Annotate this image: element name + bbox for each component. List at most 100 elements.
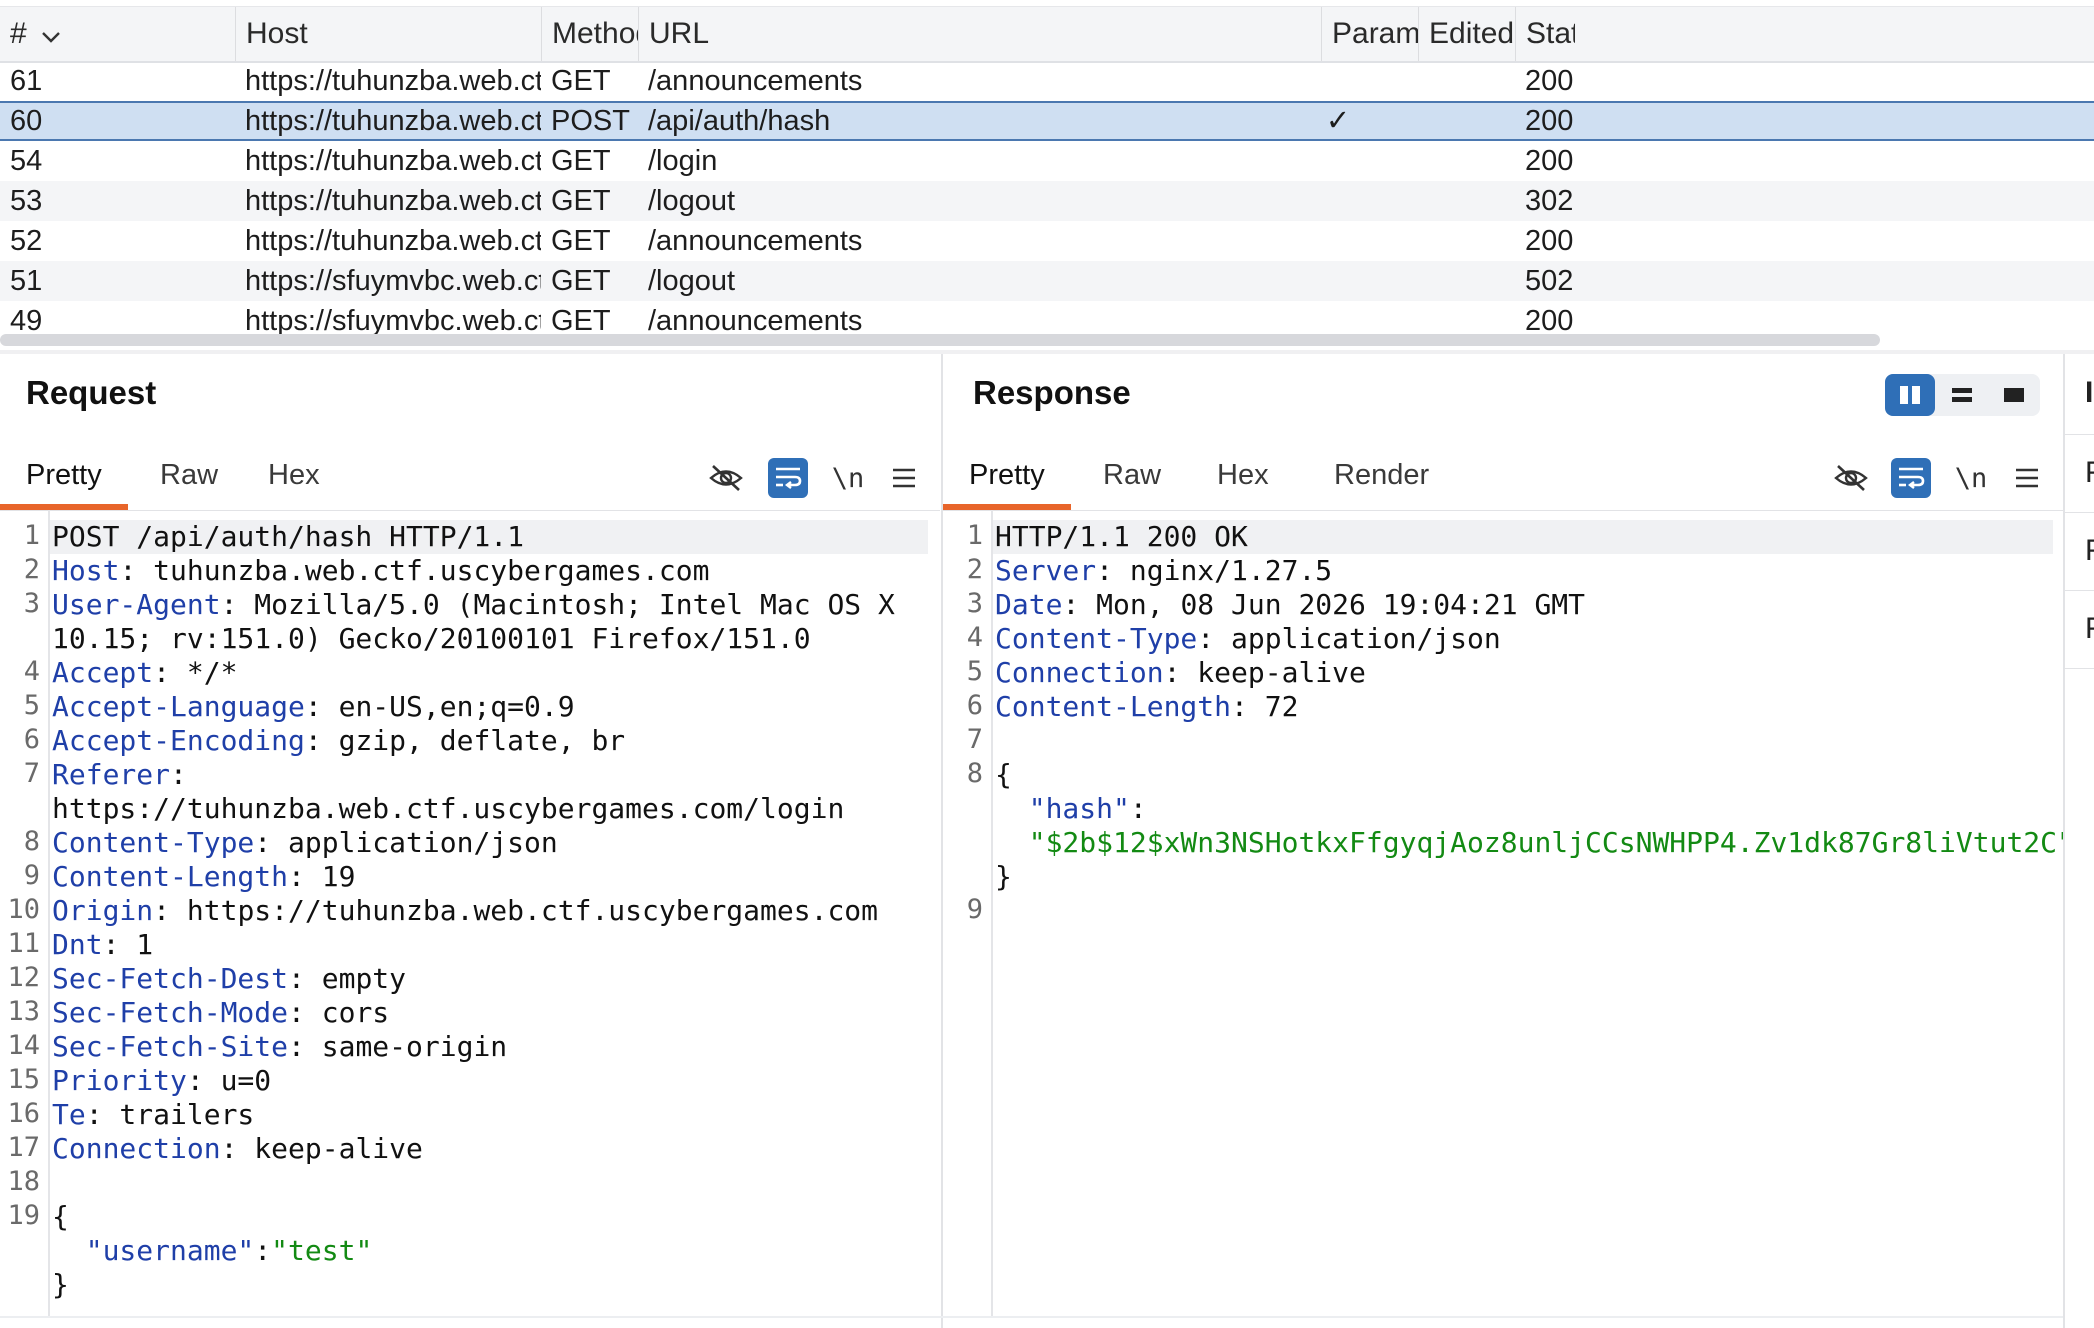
line-number: 1 bbox=[966, 520, 983, 551]
column-header-status[interactable]: Statu bbox=[1515, 7, 1575, 61]
line-number: 8 bbox=[23, 826, 40, 857]
line-number: 2 bbox=[966, 554, 983, 585]
split-horizontal-icon[interactable] bbox=[1885, 374, 1935, 416]
code-line: Content-Type: application/json bbox=[52, 826, 558, 859]
table-row[interactable]: 53 https://tuhunzba.web.ctf.usc... GET/log… bbox=[0, 181, 2094, 221]
header-name: Server bbox=[995, 554, 1097, 587]
column-label: Edited bbox=[1429, 17, 1515, 50]
response-editor[interactable]: 12345678 9 HTTP/1.1 200 OK Server: nginx/1… bbox=[943, 510, 2065, 1316]
divider bbox=[2065, 590, 2094, 591]
line-text: : u=0 bbox=[186, 1064, 272, 1097]
line-text: : same-origin bbox=[288, 1030, 508, 1063]
cell-number: 61 bbox=[10, 65, 43, 97]
line-number: 10 bbox=[7, 894, 40, 925]
tab-response-raw[interactable]: Raw bbox=[1077, 444, 1187, 506]
line-text bbox=[52, 1234, 86, 1267]
cell-params bbox=[1318, 261, 1358, 301]
json-separator: : bbox=[254, 1234, 272, 1267]
wrap-lines-icon[interactable] bbox=[1891, 458, 1931, 498]
column-label: # bbox=[10, 17, 27, 50]
line-text: : application/json bbox=[1197, 622, 1501, 655]
wrap-lines-icon[interactable] bbox=[768, 458, 808, 498]
line-text: : tuhunzba.web.ctf.uscybergames.com bbox=[119, 554, 710, 587]
table-row[interactable]: 51 https://sfuymvbc.web.ctf.usc... GET/log… bbox=[0, 261, 2094, 301]
tab-response-hex[interactable]: Hex bbox=[1191, 444, 1295, 506]
line-text: } bbox=[52, 1268, 69, 1301]
line-gutter: 12345678 9 bbox=[943, 510, 993, 1316]
menu-icon[interactable] bbox=[2007, 458, 2047, 498]
request-editor[interactable]: 1 2 3 4 5 6 7 8 9 10 11 12 13 14 15 16 17 18 19 POST /api/… bbox=[0, 510, 940, 1316]
inspector-section[interactable]: F bbox=[2085, 534, 2094, 568]
json-key: "hash" bbox=[1028, 792, 1130, 825]
header-name: Connection bbox=[52, 1132, 221, 1165]
eye-slash-icon[interactable] bbox=[1831, 458, 1871, 498]
cell-method: GET bbox=[551, 225, 611, 257]
column-label: Host bbox=[246, 17, 308, 50]
inspector-strip[interactable]: I F F F bbox=[2063, 354, 2094, 1328]
table-header: # Host Method URL Params Edited Statu bbox=[0, 6, 2094, 63]
chevron-down-icon bbox=[41, 8, 61, 61]
eye-slash-icon[interactable] bbox=[706, 458, 746, 498]
code-line: "hash": bbox=[995, 792, 1147, 825]
column-header-url[interactable]: URL bbox=[638, 7, 1321, 61]
line-number: 16 bbox=[7, 1098, 40, 1129]
line-gutter: 1 2 3 4 5 6 7 8 9 10 11 12 13 14 15 16 17 18 19 bbox=[0, 510, 50, 1316]
table-row[interactable]: 61 https://tuhunzba.web.ctf.usc... GET/ann… bbox=[0, 61, 2094, 101]
request-tabs: Pretty Raw Hex \n bbox=[0, 444, 940, 511]
line-number: 15 bbox=[7, 1064, 40, 1095]
tab-request-pretty[interactable]: Pretty bbox=[0, 444, 128, 510]
column-label: Params bbox=[1332, 17, 1418, 50]
cell-host: https://tuhunzba.web.ctf.usc... bbox=[245, 105, 541, 137]
horizontal-scrollbar[interactable] bbox=[0, 334, 1880, 346]
inspector-section[interactable]: F bbox=[2085, 456, 2094, 490]
cell-edited bbox=[1418, 141, 1515, 181]
code-line: "username":"test" bbox=[52, 1234, 373, 1267]
newline-toggle[interactable]: \n bbox=[1951, 458, 1991, 498]
cell-url: /logout bbox=[648, 185, 736, 217]
cell-number: 52 bbox=[10, 225, 43, 257]
column-header-host[interactable]: Host bbox=[235, 7, 541, 61]
tab-request-hex[interactable]: Hex bbox=[242, 444, 346, 506]
line-text: : gzip, deflate, br bbox=[304, 724, 626, 757]
newline-toggle[interactable]: \n bbox=[828, 458, 868, 498]
cell-params bbox=[1318, 181, 1358, 221]
inspector-section[interactable]: F bbox=[2085, 612, 2094, 646]
line-number: 7 bbox=[23, 758, 40, 789]
line-number: 12 bbox=[7, 962, 40, 993]
cell-host: https://sfuymvbc.web.ctf.usc... bbox=[245, 265, 541, 297]
table-row[interactable]: 52 https://tuhunzba.web.ctf.usc... GET/ann… bbox=[0, 221, 2094, 261]
tab-response-render[interactable]: Render bbox=[1308, 444, 1455, 506]
table-row[interactable]: 60 https://tuhunzba.web.ctf.usc... POST/ap… bbox=[0, 101, 2094, 141]
code-line: Content-Length: 19 bbox=[52, 860, 355, 893]
response-tabs: Pretty Raw Hex Render \n bbox=[943, 444, 2065, 511]
divider bbox=[2065, 434, 2094, 435]
cell-params bbox=[1318, 141, 1358, 181]
code-line: Content-Type: application/json bbox=[995, 622, 1501, 655]
column-header-method[interactable]: Method bbox=[541, 7, 638, 61]
layout-toggle-group bbox=[1885, 374, 2040, 416]
column-header-edited[interactable]: Edited bbox=[1418, 7, 1515, 61]
header-name: Accept-Language bbox=[52, 690, 305, 723]
line-number: 2 bbox=[23, 554, 40, 585]
tab-request-raw[interactable]: Raw bbox=[134, 444, 244, 506]
column-header-params[interactable]: Params bbox=[1321, 7, 1418, 61]
column-header-number[interactable]: # bbox=[0, 7, 235, 61]
line-number: 3 bbox=[966, 588, 983, 619]
table-row[interactable]: 54 https://tuhunzba.web.ctf.usc... GET/log… bbox=[0, 141, 2094, 181]
inspector-label: I bbox=[2085, 376, 2094, 409]
single-pane-icon[interactable] bbox=[1989, 374, 2039, 416]
cell-method: GET bbox=[551, 185, 611, 217]
cell-url: /login bbox=[648, 145, 718, 177]
line-number: 9 bbox=[23, 860, 40, 891]
split-vertical-icon[interactable] bbox=[1937, 374, 1987, 416]
header-name: Content-Type bbox=[995, 622, 1198, 655]
line-number: 5 bbox=[23, 690, 40, 721]
column-label: URL bbox=[649, 17, 710, 50]
line-text: : 19 bbox=[288, 860, 356, 893]
cell-url: /api/auth/hash bbox=[648, 105, 831, 137]
cell-status: 502 bbox=[1525, 265, 1574, 297]
tab-response-pretty[interactable]: Pretty bbox=[943, 444, 1071, 510]
menu-icon[interactable] bbox=[884, 458, 924, 498]
line-number: 4 bbox=[23, 656, 40, 687]
header-name: Connection bbox=[995, 656, 1164, 689]
